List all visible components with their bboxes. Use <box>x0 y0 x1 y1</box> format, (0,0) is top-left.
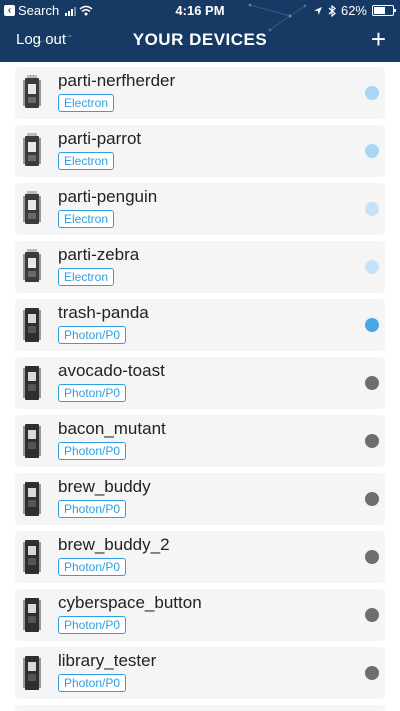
device-row-partial[interactable] <box>15 705 385 711</box>
app-header: ‹ Search 4:16 PM 62% Log out YOUR DEVICE… <box>0 0 400 62</box>
status-indicator <box>365 86 379 100</box>
device-name: brew_buddy_2 <box>58 535 170 554</box>
electron-board-icon <box>23 191 41 224</box>
status-indicator <box>365 550 379 564</box>
device-row[interactable]: bacon_mutant Photon/P0 <box>15 415 385 467</box>
device-name: parti-zebra <box>58 245 140 264</box>
bluetooth-icon <box>328 4 336 17</box>
device-name: library_tester <box>58 651 157 670</box>
platform-badge: Photon/P0 <box>58 326 127 344</box>
device-row[interactable]: brew_buddy Photon/P0 <box>15 473 385 525</box>
status-indicator <box>365 376 379 390</box>
platform-badge: Electron <box>58 268 115 286</box>
status-indicator <box>365 666 379 680</box>
device-row[interactable]: brew_buddy_2 Photon/P0 <box>15 531 385 583</box>
device-row[interactable]: trash-panda Photon/P0 <box>15 299 385 351</box>
platform-badge: Photon/P0 <box>58 442 127 460</box>
status-bar: ‹ Search 4:16 PM 62% <box>0 0 400 20</box>
photon-board-icon <box>23 366 41 400</box>
photon-board-icon <box>23 482 41 516</box>
device-row[interactable]: library_tester Photon/P0 <box>15 647 385 699</box>
platform-badge: Photon/P0 <box>58 616 127 634</box>
electron-board-icon <box>23 249 41 282</box>
electron-board-icon <box>23 75 41 108</box>
platform-badge: Electron <box>58 94 115 112</box>
photon-board-icon <box>23 540 41 574</box>
electron-board-icon <box>23 133 41 166</box>
platform-badge: Electron <box>58 210 115 228</box>
device-row[interactable]: avocado-toast Photon/P0 <box>15 357 385 409</box>
platform-badge: Photon/P0 <box>58 500 127 518</box>
device-name: cyberspace_button <box>58 593 202 612</box>
platform-badge: Photon/P0 <box>58 558 127 576</box>
platform-badge: Photon/P0 <box>58 384 127 402</box>
photon-board-icon <box>23 656 41 690</box>
photon-board-icon <box>23 308 41 342</box>
device-row[interactable]: parti-zebra Electron <box>15 241 385 293</box>
status-indicator <box>365 608 379 622</box>
battery-percent: 62% <box>340 3 367 18</box>
device-row[interactable]: parti-parrot Electron <box>15 125 385 177</box>
photon-board-icon <box>23 598 41 632</box>
status-indicator <box>365 318 379 332</box>
platform-badge: Photon/P0 <box>58 674 127 692</box>
device-name: parti-parrot <box>58 129 142 148</box>
photon-board-icon <box>23 424 41 458</box>
device-list: parti-nerfherder Electron parti-parrot E… <box>0 62 400 711</box>
status-indicator <box>365 260 379 274</box>
device-name: parti-nerfherder <box>58 71 176 90</box>
platform-badge: Electron <box>58 152 115 170</box>
device-name: parti-penguin <box>58 187 158 206</box>
device-name: brew_buddy <box>58 477 151 496</box>
status-indicator <box>365 434 379 448</box>
device-name: bacon_mutant <box>58 419 166 438</box>
battery-icon <box>372 5 396 16</box>
device-name: trash-panda <box>58 303 149 322</box>
add-device-button[interactable]: + <box>371 26 386 52</box>
device-row[interactable]: parti-penguin Electron <box>15 183 385 235</box>
status-indicator <box>365 202 379 216</box>
device-row[interactable]: parti-nerfherder Electron <box>15 67 385 119</box>
device-row[interactable]: cyberspace_button Photon/P0 <box>15 589 385 641</box>
device-name: avocado-toast <box>58 361 165 380</box>
status-indicator <box>365 492 379 506</box>
page-title: YOUR DEVICES <box>132 30 268 49</box>
location-arrow-icon <box>313 6 322 15</box>
status-indicator <box>365 144 379 158</box>
